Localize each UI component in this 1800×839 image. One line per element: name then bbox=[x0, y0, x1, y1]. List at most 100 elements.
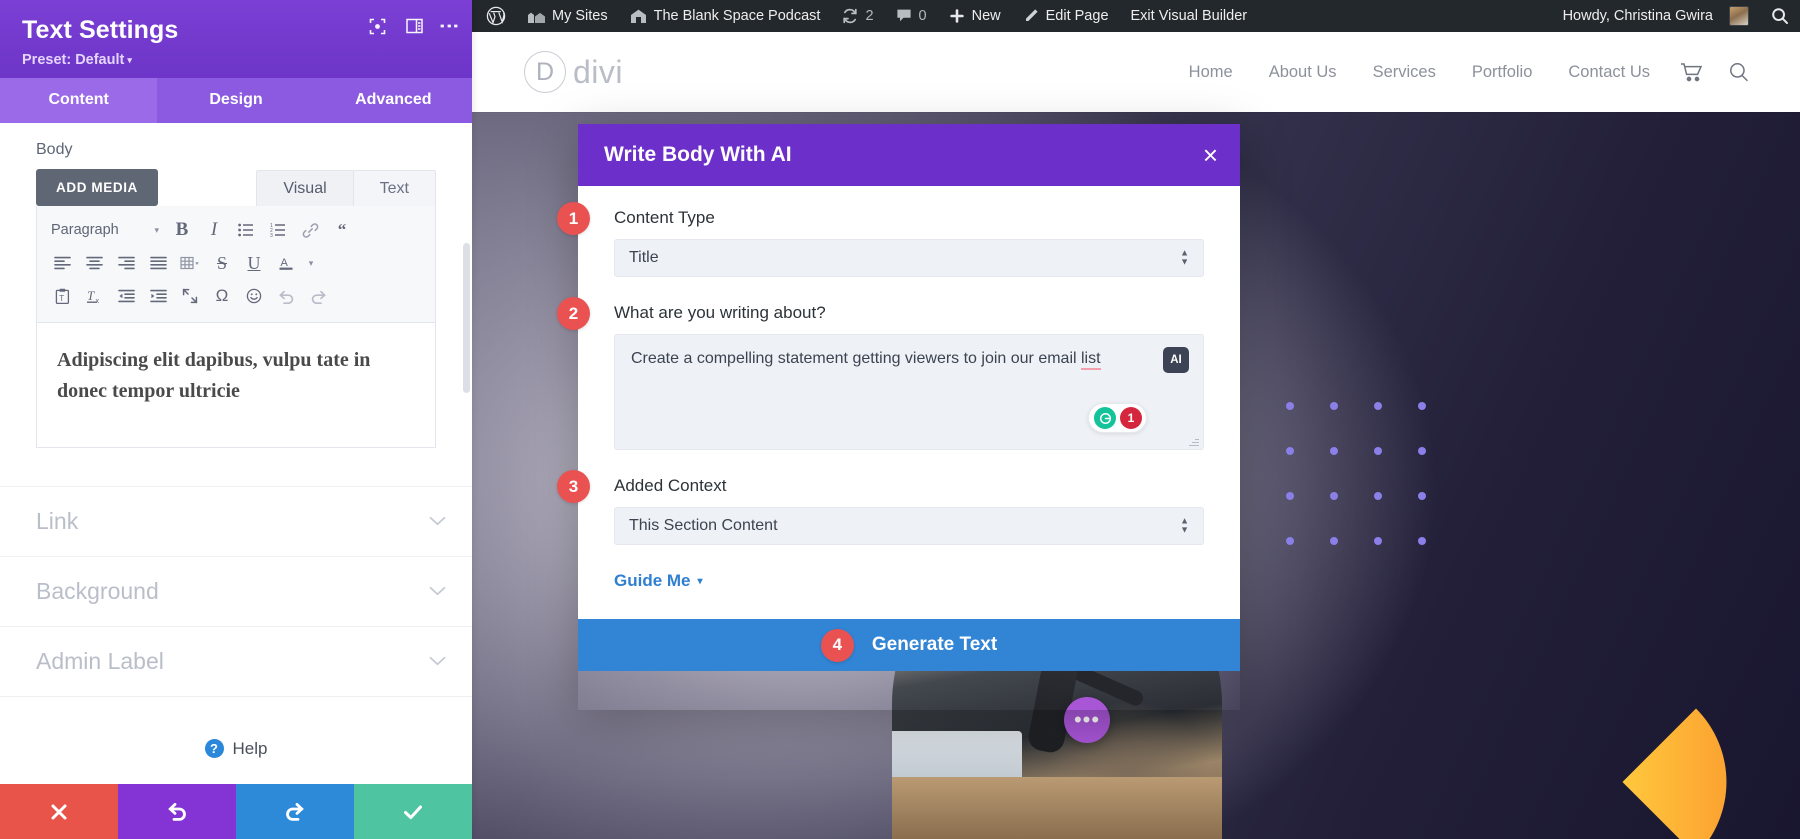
tab-advanced[interactable]: Advanced bbox=[315, 78, 472, 123]
paste-as-text-icon[interactable]: T bbox=[47, 281, 77, 311]
align-center-icon[interactable] bbox=[79, 248, 109, 278]
nav-item-about-us[interactable]: About Us bbox=[1251, 63, 1355, 82]
ai-assist-icon[interactable]: AI bbox=[1163, 347, 1189, 373]
admin-search-button[interactable] bbox=[1760, 0, 1800, 32]
tab-visual[interactable]: Visual bbox=[256, 169, 354, 206]
my-sites-menu[interactable]: My Sites bbox=[517, 0, 619, 32]
strikethrough-icon[interactable]: S bbox=[207, 248, 237, 278]
more-options-icon[interactable]: ⋮ bbox=[438, 16, 460, 36]
site-search-icon[interactable] bbox=[1716, 61, 1762, 83]
panel-footer bbox=[0, 784, 472, 839]
panel-header: Text Settings Preset: Default ▾ ⋮ bbox=[0, 0, 472, 78]
tab-content[interactable]: Content bbox=[0, 77, 158, 123]
accordion-label: Link bbox=[36, 507, 79, 534]
new-content-menu[interactable]: New bbox=[938, 0, 1012, 32]
redo-button[interactable] bbox=[236, 784, 354, 839]
bulleted-list-icon[interactable] bbox=[231, 215, 261, 245]
save-changes-button[interactable] bbox=[354, 784, 472, 839]
nav-item-home[interactable]: Home bbox=[1171, 63, 1251, 82]
svg-text:3: 3 bbox=[270, 233, 273, 237]
site-header: D divi Home About Us Services Portfolio … bbox=[472, 32, 1800, 112]
shopping-cart-icon[interactable] bbox=[1668, 62, 1716, 82]
site-name-label: The Blank Space Podcast bbox=[653, 8, 821, 24]
undo-button[interactable] bbox=[118, 784, 236, 839]
accordion-item-link[interactable]: Link bbox=[0, 485, 472, 556]
numbered-list-icon[interactable]: 1 2 3 bbox=[263, 215, 293, 245]
redo-icon[interactable] bbox=[303, 281, 333, 311]
generate-text-button[interactable]: 4 Generate Text bbox=[578, 619, 1240, 671]
add-media-button[interactable]: ADD MEDIA bbox=[36, 168, 158, 206]
close-icon[interactable]: × bbox=[1203, 142, 1218, 168]
underline-icon[interactable]: U bbox=[239, 248, 269, 278]
site-name-menu[interactable]: The Blank Space Podcast bbox=[619, 0, 832, 32]
help-link[interactable]: ? Help bbox=[0, 697, 472, 759]
undo-icon[interactable] bbox=[271, 281, 301, 311]
nav-item-services[interactable]: Services bbox=[1355, 63, 1454, 82]
accordion-item-background[interactable]: Background bbox=[0, 555, 472, 626]
content-type-field: 1 Content Type Title ▲ ▼ bbox=[557, 202, 1204, 277]
check-icon bbox=[404, 805, 422, 819]
exit-visual-builder-link[interactable]: Exit Visual Builder bbox=[1120, 0, 1259, 32]
edit-page-link[interactable]: Edit Page bbox=[1012, 0, 1120, 32]
screen-root: Text Settings Preset: Default ▾ ⋮ Conten… bbox=[0, 0, 1800, 839]
prompt-text-misspelled: list bbox=[1081, 350, 1101, 370]
writing-about-textarea[interactable]: Create a compelling statement getting vi… bbox=[614, 334, 1204, 450]
decorative-half-circle bbox=[1622, 708, 1770, 839]
emoji-icon[interactable] bbox=[239, 281, 269, 311]
wp-logo-menu[interactable] bbox=[472, 0, 517, 32]
added-context-select[interactable]: This Section Content ▲ ▼ bbox=[614, 507, 1204, 545]
text-color-dropdown-icon[interactable]: ▾ bbox=[303, 248, 319, 278]
nav-item-contact-us[interactable]: Contact Us bbox=[1550, 63, 1668, 82]
special-character-icon[interactable]: Ω bbox=[207, 281, 237, 311]
comment-bubble-icon bbox=[896, 8, 912, 24]
italic-icon[interactable]: I bbox=[199, 215, 229, 245]
site-logo[interactable]: D divi bbox=[524, 51, 623, 93]
nav-item-portfolio[interactable]: Portfolio bbox=[1454, 63, 1551, 82]
avatar bbox=[1729, 6, 1749, 26]
table-icon[interactable] bbox=[175, 248, 205, 278]
pencil-icon bbox=[1023, 8, 1039, 24]
site-icon bbox=[630, 8, 647, 24]
layout-panel-icon[interactable] bbox=[406, 18, 423, 34]
svg-text:T: T bbox=[59, 294, 64, 303]
bold-icon[interactable]: B bbox=[167, 215, 197, 245]
paragraph-format-select[interactable]: Paragraph ▾ bbox=[47, 215, 165, 245]
module-options-fab[interactable]: ••• bbox=[1064, 697, 1110, 743]
edit-page-label: Edit Page bbox=[1045, 8, 1109, 24]
editor-content-area[interactable]: Adipiscing elit dapibus, vulpu tate in d… bbox=[36, 322, 436, 448]
discard-changes-button[interactable] bbox=[0, 784, 118, 839]
select-spinner-icon: ▲ ▼ bbox=[1180, 247, 1189, 267]
grammarly-badge[interactable]: 1 bbox=[1088, 403, 1147, 433]
modal-body: 1 Content Type Title ▲ ▼ 2 What are you w… bbox=[557, 186, 1240, 619]
outdent-icon[interactable] bbox=[111, 281, 141, 311]
link-icon[interactable] bbox=[295, 215, 325, 245]
toolbar-row-2: S U A ▾ bbox=[47, 247, 425, 280]
align-justify-icon[interactable] bbox=[143, 248, 173, 278]
align-left-icon[interactable] bbox=[47, 248, 77, 278]
clear-formatting-icon[interactable]: T x bbox=[79, 281, 109, 311]
content-type-select[interactable]: Title ▲ ▼ bbox=[614, 239, 1204, 277]
writing-about-label: What are you writing about? bbox=[614, 303, 826, 322]
blockquote-icon[interactable]: “ bbox=[327, 215, 357, 245]
accordion-item-admin-label[interactable]: Admin Label bbox=[0, 625, 472, 697]
chevron-down-icon bbox=[429, 513, 446, 530]
updates-menu[interactable]: 2 bbox=[831, 0, 884, 32]
chevron-down-icon bbox=[429, 583, 446, 600]
text-settings-panel: Text Settings Preset: Default ▾ ⋮ Conten… bbox=[0, 0, 472, 839]
account-menu[interactable]: Howdy, Christina Gwira bbox=[1549, 0, 1760, 32]
panel-preset[interactable]: Preset: Default ▾ bbox=[22, 52, 450, 68]
textarea-resize-handle[interactable] bbox=[1188, 435, 1200, 447]
editor-body-text: Adipiscing elit dapibus, vulpu tate in d… bbox=[57, 348, 371, 402]
guide-me-toggle[interactable]: Guide Me ▾ bbox=[614, 571, 1204, 591]
tab-text[interactable]: Text bbox=[352, 169, 436, 206]
align-right-icon[interactable] bbox=[111, 248, 141, 278]
dot bbox=[1374, 492, 1382, 500]
indent-icon[interactable] bbox=[143, 281, 173, 311]
text-color-icon[interactable]: A bbox=[271, 248, 301, 278]
dot bbox=[1418, 402, 1426, 410]
focus-target-icon[interactable] bbox=[369, 18, 386, 35]
comments-menu[interactable]: 0 bbox=[885, 0, 938, 32]
guide-me-label: Guide Me bbox=[614, 571, 691, 590]
tab-design[interactable]: Design bbox=[157, 78, 314, 123]
fullscreen-icon[interactable] bbox=[175, 281, 205, 311]
